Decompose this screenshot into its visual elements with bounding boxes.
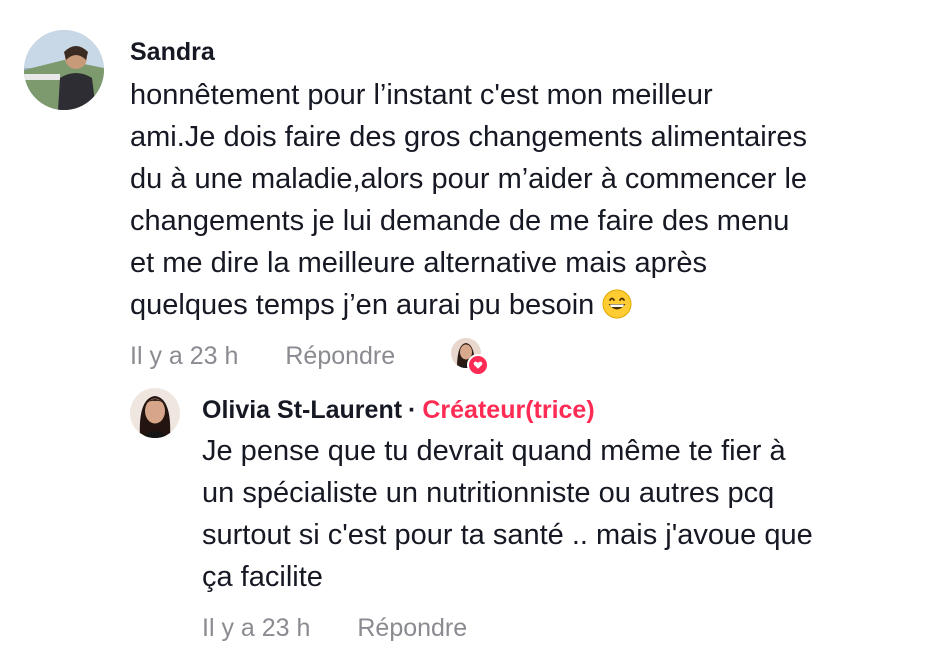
creator-liked-badge xyxy=(451,338,489,376)
avatar[interactable] xyxy=(130,388,180,438)
comment-item: Sandra honnêtement pour l’instant c'est … xyxy=(0,0,930,380)
reply-item: Olivia St-Laurent · Créateur(trice) Je pen… xyxy=(0,380,930,658)
avatar[interactable] xyxy=(24,30,104,110)
comment-text-line: et me dire la meilleure alternative mais… xyxy=(130,247,708,279)
reply-text-line: un spécialiste un nutritionniste ou autr… xyxy=(202,477,775,509)
reply-text-line: ça facilite xyxy=(202,561,323,593)
reply-time: Il y a 23 h xyxy=(202,614,311,642)
reply-text-line: Je pense que tu devrait quand même te fi… xyxy=(202,435,786,467)
reply-text: Je pense que tu devrait quand même te fi… xyxy=(202,430,922,598)
separator-dot: · xyxy=(408,396,417,424)
reply-text-line: surtout si c'est pour ta santé .. mais j… xyxy=(202,519,813,551)
reply-meta: Il y a 23 h Répondre xyxy=(202,614,467,643)
comment-text: honnêtement pour l’instant c'est mon mei… xyxy=(130,74,920,326)
comment-text-line-last: quelques temps j’en aurai pu besoin xyxy=(130,284,920,326)
comment-meta: Il y a 23 h Répondre xyxy=(130,342,395,371)
comment-text-line: du à une maladie,alors pour m’aider à co… xyxy=(130,163,808,195)
comment-username[interactable]: Sandra xyxy=(130,38,215,67)
reply-username[interactable]: Olivia St-Laurent xyxy=(202,396,402,424)
heart-icon xyxy=(467,354,489,376)
creator-badge: Créateur(trice) xyxy=(422,396,595,424)
comment-time: Il y a 23 h xyxy=(130,342,239,370)
reply-button[interactable]: Répondre xyxy=(357,614,467,642)
reply-header: Olivia St-Laurent · Créateur(trice) xyxy=(202,396,595,425)
comment-text-line: changements je lui demande de me faire d… xyxy=(130,205,790,237)
comment-text-line: ami.Je dois faire des gros changements a… xyxy=(130,121,807,153)
reply-button[interactable]: Répondre xyxy=(285,342,395,370)
grinning-face-icon xyxy=(602,289,632,319)
comment-text-line: quelques temps j’en aurai pu besoin xyxy=(130,289,595,321)
comment-text-line: honnêtement pour l’instant c'est mon mei… xyxy=(130,79,713,111)
